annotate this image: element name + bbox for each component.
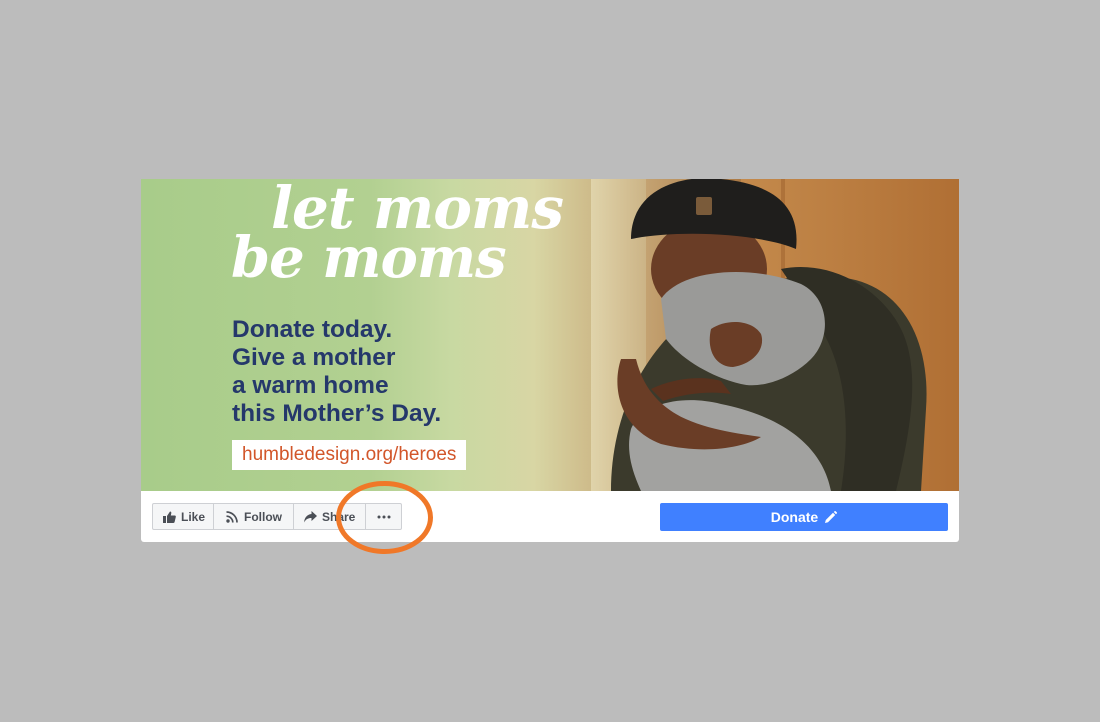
cover-tagline: Donate today. Give a mother a warm home … bbox=[232, 316, 441, 428]
cover-url: humbledesign.org/heroes bbox=[232, 440, 467, 470]
page-cover-card: let moms be moms Donate today. Give a mo… bbox=[141, 179, 959, 542]
pencil-icon bbox=[824, 510, 838, 524]
follow-button[interactable]: Follow bbox=[213, 503, 294, 530]
more-options-button[interactable] bbox=[365, 503, 402, 530]
rss-icon bbox=[225, 510, 239, 524]
donate-label: Donate bbox=[770, 509, 819, 525]
like-button[interactable]: Like bbox=[152, 503, 214, 530]
like-label: Like bbox=[181, 509, 206, 524]
follow-label: Follow bbox=[244, 509, 282, 524]
tagline-line: this Mother’s Day. bbox=[232, 400, 442, 427]
page-action-buttons: Like Follow Share bbox=[152, 503, 402, 530]
donate-button[interactable]: Donate bbox=[660, 503, 948, 531]
tagline-line: Give a mother bbox=[232, 344, 396, 371]
more-dots-icon bbox=[377, 515, 391, 519]
thumbs-up-icon bbox=[163, 510, 176, 524]
tagline-line: Donate today. bbox=[232, 316, 393, 343]
share-label: Share bbox=[322, 509, 356, 524]
share-arrow-icon bbox=[304, 510, 317, 524]
cover-photo: let moms be moms Donate today. Give a mo… bbox=[141, 179, 959, 491]
share-button[interactable]: Share bbox=[293, 503, 366, 530]
tagline-line: a warm home bbox=[232, 372, 389, 399]
cover-script-title: let moms be moms bbox=[229, 179, 564, 286]
